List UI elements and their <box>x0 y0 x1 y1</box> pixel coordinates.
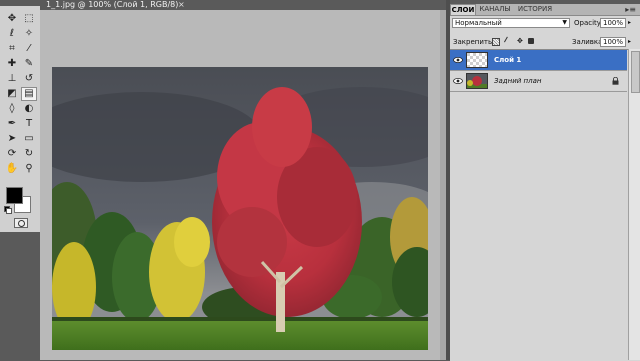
opacity-value: 100% <box>603 19 624 27</box>
panel-tabs: СЛОИ КАНАЛЫ ИСТОРИЯ ▸≡ <box>450 4 640 16</box>
3d-orbit-icon[interactable]: ↻ <box>21 147 37 161</box>
document-image <box>52 67 428 350</box>
opacity-input[interactable]: 100% <box>600 18 626 28</box>
fill-input[interactable]: 100% <box>600 37 626 47</box>
tab-history[interactable]: ИСТОРИЯ <box>514 4 556 15</box>
history-brush-icon[interactable]: ↺ <box>21 72 37 86</box>
autumn-tree-photo <box>52 67 428 350</box>
layer-row[interactable]: Слой 1 <box>450 50 627 71</box>
document-tab[interactable]: 1_1.jpg @ 100% (Слой 1, RGB/8) × <box>40 0 190 10</box>
lock-options: ✥ <box>492 36 534 46</box>
lock-all-icon[interactable] <box>528 38 534 44</box>
crop-icon[interactable]: ⌗ <box>4 42 20 56</box>
eyedropper-icon[interactable]: ⁄ <box>21 42 37 56</box>
lock-position-icon[interactable]: ✥ <box>517 38 523 45</box>
opacity-arrow-icon[interactable]: ▸ <box>628 19 631 26</box>
layers-list: Слой 1 Задний план <box>450 49 640 361</box>
tools-panel: ✥ ⬚ ℓ ✧ ⌗ ⁄ ✚ ✎ ⊥ ↺ ◩ ▤ ◊ ◐ ✒ T ➤ ▭ ⟳ ↻ ✋ ⚲ <box>0 6 41 232</box>
lock-label: Закрепить: <box>453 38 495 46</box>
chevron-down-icon: ▼ <box>562 19 567 26</box>
3d-rotate-icon[interactable]: ⟳ <box>4 147 20 161</box>
panel-menu-icon[interactable]: ▸≡ <box>625 4 636 15</box>
foreground-color-swatch[interactable] <box>6 187 23 204</box>
tab-channels[interactable]: КАНАЛЫ <box>476 4 514 15</box>
blend-mode-select[interactable]: Нормальный ▼ <box>452 18 570 28</box>
eraser-icon[interactable]: ◩ <box>4 87 20 101</box>
lasso-icon[interactable]: ℓ <box>4 27 20 41</box>
brush-icon[interactable]: ✎ <box>21 57 37 71</box>
fill-arrow-icon[interactable]: ▸ <box>628 38 631 45</box>
layer-thumbnail <box>466 73 488 89</box>
eye-icon[interactable] <box>452 55 464 65</box>
tab-layers[interactable]: СЛОИ <box>450 4 476 15</box>
document-title: 1_1.jpg @ 100% (Слой 1, RGB/8) <box>46 0 179 9</box>
lock-pixels-icon[interactable] <box>503 36 514 46</box>
layer-row[interactable]: Задний план <box>450 71 627 92</box>
magic-wand-icon[interactable]: ✧ <box>21 27 37 41</box>
zoom-icon[interactable]: ⚲ <box>21 162 37 176</box>
eye-icon[interactable] <box>452 76 464 86</box>
layers-scrollbar[interactable] <box>628 49 640 360</box>
lock-icon <box>612 76 619 85</box>
layer-thumbnail <box>466 52 488 68</box>
scrollbar-thumb[interactable] <box>631 51 640 93</box>
lock-transparency-icon[interactable] <box>492 38 500 46</box>
rect-marquee-icon[interactable]: ⬚ <box>21 12 37 26</box>
layer-name[interactable]: Слой 1 <box>494 56 521 64</box>
default-colors-icon[interactable] <box>4 206 12 214</box>
gradient-icon[interactable]: ▤ <box>21 87 37 101</box>
move-icon[interactable]: ✥ <box>4 12 20 26</box>
shape-icon[interactable]: ▭ <box>21 132 37 146</box>
clone-stamp-icon[interactable]: ⊥ <box>4 72 20 86</box>
close-icon[interactable]: × <box>178 0 185 10</box>
blur-icon[interactable]: ◊ <box>4 102 20 116</box>
layer-name[interactable]: Задний план <box>494 77 541 85</box>
path-selection-icon[interactable]: ➤ <box>4 132 20 146</box>
opacity-label: Opacity: <box>574 19 603 27</box>
layers-panel: СЛОИ КАНАЛЫ ИСТОРИЯ ▸≡ Нормальный ▼ Opac… <box>450 4 640 361</box>
fill-value: 100% <box>603 38 624 46</box>
type-icon[interactable]: T <box>21 117 37 131</box>
quick-mask-button[interactable] <box>14 218 28 228</box>
healing-brush-icon[interactable]: ✚ <box>4 57 20 71</box>
pen-icon[interactable]: ✒ <box>4 117 20 131</box>
blend-mode-value: Нормальный <box>455 19 502 27</box>
canvas-workspace[interactable] <box>40 10 446 360</box>
hand-icon[interactable]: ✋ <box>4 162 20 176</box>
dodge-icon[interactable]: ◐ <box>21 102 37 116</box>
